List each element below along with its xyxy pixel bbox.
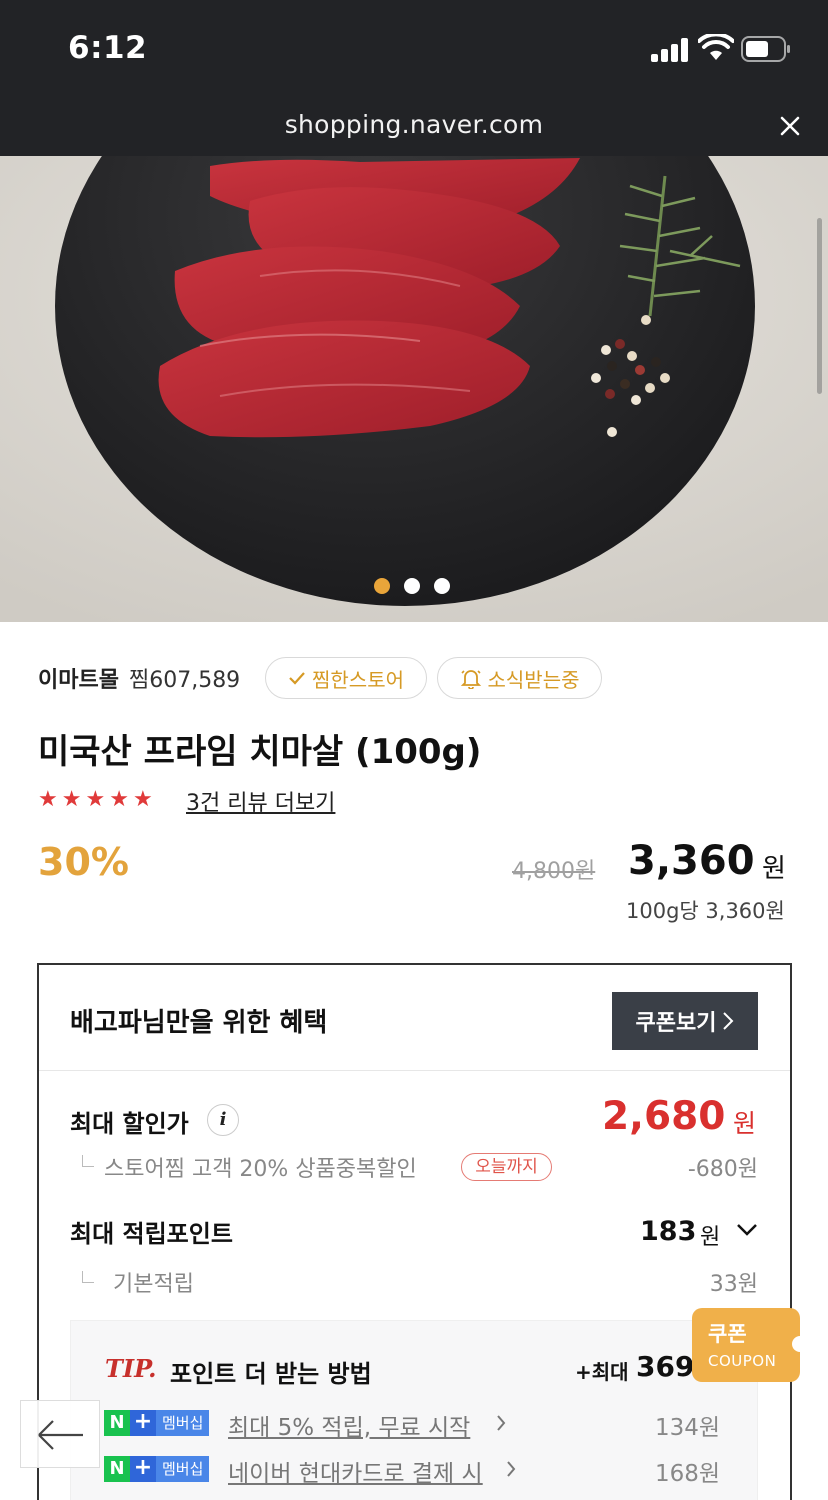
- tip-item-amount: 134원: [655, 1415, 721, 1441]
- notify-button[interactable]: 소식받는중: [437, 657, 602, 699]
- naver-n-icon: N: [104, 1456, 130, 1482]
- liked-store-label: 찜한스토어: [312, 667, 404, 692]
- tip-tag: TIP.: [105, 1354, 157, 1383]
- max-discount-unit: 원: [733, 1109, 757, 1138]
- benefit-divider: [39, 1070, 790, 1071]
- chevron-down-icon[interactable]: [735, 1222, 759, 1238]
- store-likes-count: 찜607,589: [128, 668, 241, 693]
- rating-stars: ★ ★ ★ ★ ★: [38, 786, 153, 814]
- naver-n-icon: N: [104, 1410, 130, 1436]
- wifi-icon: [698, 34, 734, 60]
- view-coupon-button[interactable]: 쿠폰보기: [612, 992, 758, 1050]
- unit-price: 100g당 3,360원: [626, 899, 785, 923]
- gallery-pagination[interactable]: [374, 578, 450, 594]
- battery-icon: [741, 36, 790, 62]
- floating-coupon-button[interactable]: 쿠폰 COUPON: [692, 1308, 808, 1382]
- product-photo: [0, 156, 828, 622]
- notify-label: 소식받는중: [487, 667, 580, 692]
- max-points-value[interactable]: 183: [640, 1216, 696, 1247]
- gallery-dot[interactable]: [404, 578, 420, 594]
- product-image-gallery[interactable]: [0, 156, 828, 622]
- sale-price-unit: 원: [762, 854, 786, 884]
- store-name[interactable]: 이마트몰: [38, 662, 119, 694]
- membership-badge-label: 멤버십: [156, 1456, 210, 1482]
- base-points-label: 기본적립: [113, 1272, 194, 1297]
- max-discount-label: 최대 할인가: [70, 1110, 189, 1138]
- sale-price: 3,360: [628, 838, 755, 884]
- page-scrollbar[interactable]: [817, 218, 822, 394]
- star-icon: ★: [132, 787, 153, 812]
- browser-top-bar: 6:12 shopping.naver.com: [0, 0, 828, 156]
- tip-max-value: 369: [636, 1350, 695, 1383]
- chevron-right-icon: [723, 1012, 734, 1030]
- coupon-label-en: COUPON: [708, 1352, 777, 1370]
- star-icon: ★: [109, 787, 129, 812]
- product-title: 미국산 프라임 치마살 (100g): [38, 732, 482, 772]
- check-icon: [289, 672, 305, 685]
- max-points-unit: 원: [700, 1225, 721, 1250]
- gallery-dot[interactable]: [434, 578, 450, 594]
- star-icon: ★: [61, 787, 82, 812]
- today-only-badge: 오늘까지: [461, 1153, 552, 1181]
- membership-badge-label: 멤버십: [156, 1410, 210, 1436]
- chevron-right-icon: [497, 1415, 506, 1431]
- store-info: 이마트몰 찜607,589: [38, 656, 240, 700]
- liked-store-button[interactable]: 찜한스토어: [265, 657, 427, 699]
- store-discount-text: 스토어찜 고객 20% 상품중복할인: [104, 1157, 417, 1182]
- sub-item-marker: [82, 1155, 94, 1167]
- close-icon[interactable]: [776, 112, 804, 140]
- tip-item-link[interactable]: 네이버 현대카드로 결제 시: [228, 1454, 483, 1488]
- naver-plus-membership-badge: N + 멤버십: [104, 1410, 210, 1436]
- review-more-link[interactable]: 3건 리뷰 더보기: [186, 785, 335, 817]
- base-points-value: 33원: [709, 1272, 758, 1297]
- plus-icon: +: [130, 1456, 156, 1482]
- star-icon: ★: [85, 787, 106, 812]
- coupon-label-ko: 쿠폰: [708, 1322, 747, 1346]
- back-button[interactable]: [20, 1400, 100, 1468]
- arrow-left-icon: [38, 1420, 83, 1450]
- discount-rate: 30%: [38, 840, 129, 884]
- status-time: 6:12: [68, 30, 148, 66]
- info-icon[interactable]: i: [207, 1104, 239, 1136]
- plus-icon: +: [130, 1410, 156, 1436]
- max-points-label: 최대 적립포인트: [70, 1220, 233, 1248]
- address-bar[interactable]: shopping.naver.com: [0, 110, 828, 139]
- tip-item-amount: 168원: [655, 1461, 721, 1487]
- original-price: 4,800원: [512, 859, 596, 884]
- naver-plus-membership-badge: N + 멤버십: [104, 1456, 210, 1482]
- coupon-notch: [792, 1336, 808, 1352]
- tip-item-link[interactable]: 최대 5% 적립, 무료 시작: [228, 1408, 470, 1442]
- cellular-signal-icon: [651, 38, 691, 62]
- tip-title: 포인트 더 받는 방법: [170, 1360, 372, 1388]
- tip-max-prefix: +최대: [575, 1360, 629, 1384]
- gallery-dot-active[interactable]: [374, 578, 390, 594]
- benefit-title: 배고파님만을 위한 혜택: [70, 1008, 328, 1038]
- view-coupon-label: 쿠폰보기: [635, 1011, 717, 1036]
- store-discount-amount: -680원: [687, 1157, 758, 1182]
- star-icon: ★: [38, 787, 58, 812]
- bell-icon: [460, 670, 481, 689]
- sub-item-marker: [82, 1271, 94, 1283]
- max-discount-price: 2,680: [602, 1094, 726, 1139]
- chevron-right-icon: [507, 1461, 516, 1477]
